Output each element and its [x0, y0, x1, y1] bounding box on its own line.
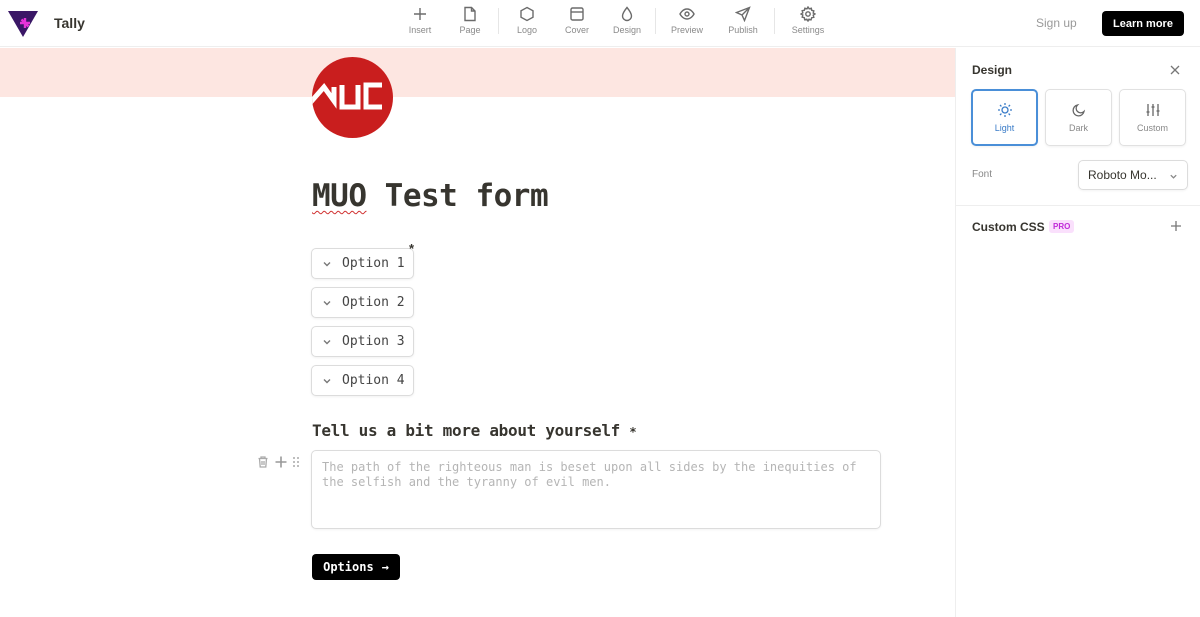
option-button-4[interactable]: Option 4: [311, 365, 414, 396]
tally-logo-icon[interactable]: [8, 11, 38, 37]
option-button-3[interactable]: Option 3: [311, 326, 414, 357]
cover-icon: [570, 7, 584, 21]
title-rest: Test form: [366, 178, 549, 214]
page-icon: [464, 6, 476, 22]
toolbar-publish-button[interactable]: Publish: [715, 6, 771, 35]
trash-icon[interactable]: [256, 455, 270, 469]
question-text: Tell us a bit more about yourself: [312, 421, 620, 440]
sun-icon: [997, 103, 1012, 117]
sign-up-link[interactable]: Sign up: [1036, 16, 1077, 30]
toolbar-label: Publish: [728, 25, 758, 35]
theme-label: Custom: [1136, 123, 1168, 133]
theme-options: Light Dark Custom: [971, 89, 1186, 146]
muo-logo-icon: [312, 82, 382, 110]
toolbar-label: Preview: [670, 25, 703, 35]
theme-label: Dark: [1068, 123, 1088, 133]
option-label: Option 1: [342, 256, 405, 271]
form-logo[interactable]: [312, 57, 393, 138]
theme-custom-button[interactable]: Custom: [1119, 89, 1186, 146]
font-select[interactable]: Roboto Mo...: [1078, 160, 1188, 190]
editor-toolbar: Insert Page Logo Cover Design Preview Pu…: [395, 6, 838, 42]
option-label: Option 3: [342, 334, 405, 349]
theme-label: Light: [994, 123, 1015, 133]
drag-handle-icon[interactable]: [292, 455, 300, 469]
font-value: Roboto Mo...: [1088, 168, 1157, 182]
chevron-down-icon: [323, 378, 331, 383]
required-asterisk: *: [629, 425, 637, 439]
chevron-down-icon: [1170, 174, 1177, 179]
theme-dark-button[interactable]: Dark: [1045, 89, 1112, 146]
toolbar-label: Insert: [408, 25, 432, 35]
chevron-down-icon: [323, 300, 331, 305]
toolbar-label: Logo: [516, 25, 538, 35]
send-icon: [735, 6, 751, 22]
submit-label: Options: [323, 560, 374, 574]
toolbar-divider: [498, 8, 499, 34]
panel-title: Design: [972, 63, 1013, 77]
learn-more-button[interactable]: Learn more: [1102, 11, 1184, 36]
toolbar-label: Settings: [791, 25, 825, 35]
submit-button[interactable]: Options →: [312, 554, 400, 580]
title-prefix: MUO: [312, 178, 367, 214]
custom-css-label: Custom CSS: [972, 220, 1045, 234]
option-label: Option 2: [342, 295, 405, 310]
about-yourself-textarea[interactable]: [311, 450, 881, 529]
design-panel: Design Light Dark Custom Font Roboto Mo.…: [955, 48, 1200, 617]
toolbar-cover-button[interactable]: Cover: [552, 6, 602, 35]
chevron-down-icon: [323, 339, 331, 344]
toolbar-label: Design: [612, 25, 641, 35]
toolbar-page-button[interactable]: Page: [445, 6, 495, 35]
option-button-2[interactable]: Option 2: [311, 287, 414, 318]
chevron-down-icon: [323, 261, 331, 266]
toolbar-divider: [774, 8, 775, 34]
top-bar: Tally Insert Page Logo Cover Design Prev…: [0, 0, 1200, 47]
eye-icon: [679, 8, 695, 20]
panel-divider: [956, 205, 1200, 206]
toolbar-logo-button[interactable]: Logo: [502, 6, 552, 35]
option-button-1[interactable]: Option 1: [311, 248, 414, 279]
required-asterisk: *: [409, 241, 415, 256]
theme-light-button[interactable]: Light: [971, 89, 1038, 146]
font-label: Font: [972, 169, 993, 180]
toolbar-settings-button[interactable]: Settings: [778, 6, 838, 35]
toolbar-label: Page: [459, 25, 481, 35]
toolbar-divider: [655, 8, 656, 34]
form-title[interactable]: MUO Test form: [312, 178, 549, 214]
block-controls: [256, 455, 300, 469]
form-cover[interactable]: [0, 48, 955, 97]
toolbar-insert-button[interactable]: Insert: [395, 6, 445, 35]
option-label: Option 4: [342, 373, 405, 388]
toolbar-preview-button[interactable]: Preview: [659, 6, 715, 35]
app-name: Tally: [54, 15, 85, 31]
arrow-right-icon: →: [381, 560, 389, 574]
plus-icon[interactable]: [274, 455, 288, 469]
plus-icon: [414, 8, 426, 20]
droplet-icon: [621, 6, 633, 22]
gear-icon: [800, 6, 816, 22]
toolbar-design-button[interactable]: Design: [602, 6, 652, 35]
close-icon[interactable]: [1169, 64, 1181, 76]
toolbar-label: Cover: [564, 25, 589, 35]
plus-icon[interactable]: [1170, 220, 1182, 232]
pro-badge: PRO: [1049, 220, 1075, 233]
hexagon-icon: [520, 6, 534, 22]
moon-icon: [1071, 103, 1085, 117]
question-label[interactable]: Tell us a bit more about yourself *: [312, 421, 637, 440]
sliders-icon: [1146, 104, 1159, 116]
